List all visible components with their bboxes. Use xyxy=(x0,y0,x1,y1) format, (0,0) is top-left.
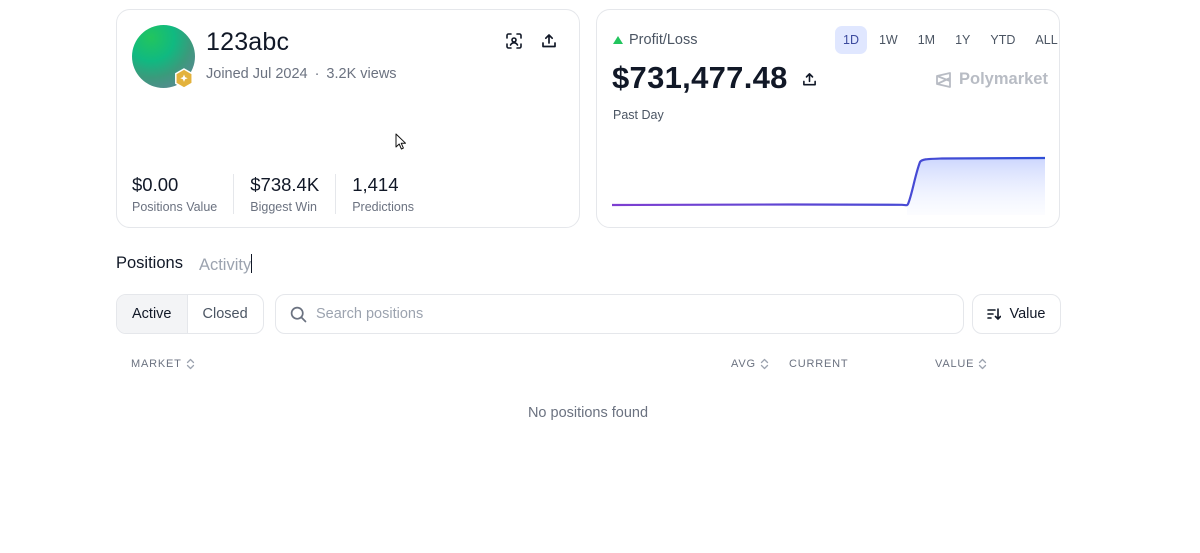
column-avg-label: AVG xyxy=(731,358,756,370)
range-1d[interactable]: 1D xyxy=(835,26,867,54)
tab-activity[interactable]: Activity xyxy=(199,256,251,274)
status-toggle: Active Closed xyxy=(116,294,264,334)
tab-activity-wrapper: Activity xyxy=(199,254,253,275)
share-icon[interactable] xyxy=(538,30,560,52)
search-icon xyxy=(290,306,307,322)
tab-positions[interactable]: Positions xyxy=(116,254,183,275)
range-1y[interactable]: 1Y xyxy=(947,26,978,54)
profile-meta: Joined Jul 2024 · 3.2K views xyxy=(206,66,397,82)
range-all[interactable]: ALL xyxy=(1027,26,1065,54)
separator-dot: · xyxy=(314,66,320,82)
range-1w[interactable]: 1W xyxy=(871,26,906,54)
column-market[interactable]: MARKET xyxy=(131,358,195,370)
stat-positions-value: $0.00 Positions Value xyxy=(132,174,235,214)
triangle-up-icon xyxy=(613,36,623,44)
column-current: CURRENT xyxy=(789,358,848,370)
pnl-area xyxy=(907,158,1045,215)
pnl-period: Past Day xyxy=(613,108,664,122)
mouse-cursor-icon xyxy=(395,133,406,150)
range-ytd[interactable]: YTD xyxy=(982,26,1023,54)
sort-arrows-icon xyxy=(760,358,768,370)
stat-value: $738.4K xyxy=(250,174,320,195)
stat-predictions: 1,414 Predictions xyxy=(352,174,430,214)
pnl-card: Profit/Loss 1D 1W 1M 1Y YTD ALL $731,477… xyxy=(596,9,1060,228)
polymarket-brand: Polymarket xyxy=(935,70,1048,89)
stat-value: $0.00 xyxy=(132,174,179,195)
verified-badge-icon xyxy=(174,68,194,90)
segment-active[interactable]: Active xyxy=(117,295,188,333)
stat-label: Biggest Win xyxy=(250,200,317,214)
column-value-label: VALUE xyxy=(935,358,975,370)
range-1m[interactable]: 1M xyxy=(910,26,943,54)
segment-closed[interactable]: Closed xyxy=(188,295,263,333)
column-avg[interactable]: AVG xyxy=(731,358,769,370)
stat-label: Predictions xyxy=(352,200,415,214)
brand-name: Polymarket xyxy=(959,70,1048,88)
text-caret xyxy=(251,254,253,273)
column-current-label: CURRENT xyxy=(789,358,849,370)
sort-icon xyxy=(987,308,1002,321)
stat-biggest-win: $738.4K Biggest Win xyxy=(250,174,337,214)
search-input[interactable] xyxy=(316,306,916,322)
profile-stats: $0.00 Positions Value $738.4K Biggest Wi… xyxy=(132,174,446,214)
pnl-header: Profit/Loss xyxy=(613,32,698,48)
sort-button[interactable]: Value xyxy=(972,294,1061,334)
profile-card: 123abc Joined Jul 2024 · 3.2K views $0.00 … xyxy=(116,9,580,228)
tab-bar: Positions Activity xyxy=(116,254,253,275)
sort-arrows-icon xyxy=(979,358,987,370)
joined-date: Joined Jul 2024 xyxy=(206,66,308,82)
stat-value: 1,414 xyxy=(352,174,399,195)
qr-scan-icon[interactable] xyxy=(503,30,525,52)
sort-label: Value xyxy=(1009,306,1046,322)
pnl-chart xyxy=(612,156,1045,215)
range-selector: 1D 1W 1M 1Y YTD ALL xyxy=(835,26,1066,54)
sort-arrows-icon xyxy=(186,358,194,370)
share-icon[interactable] xyxy=(798,68,820,90)
username: 123abc xyxy=(206,28,290,56)
polymarket-logo-icon xyxy=(936,71,951,88)
pnl-title: Profit/Loss xyxy=(629,32,698,48)
search-box xyxy=(275,294,964,334)
stat-label: Positions Value xyxy=(132,200,218,214)
column-value[interactable]: VALUE xyxy=(935,358,987,370)
view-count: 3.2K views xyxy=(326,66,397,82)
empty-state: No positions found xyxy=(527,405,649,421)
pnl-amount: $731,477.48 xyxy=(612,60,788,95)
column-market-label: MARKET xyxy=(131,358,182,370)
